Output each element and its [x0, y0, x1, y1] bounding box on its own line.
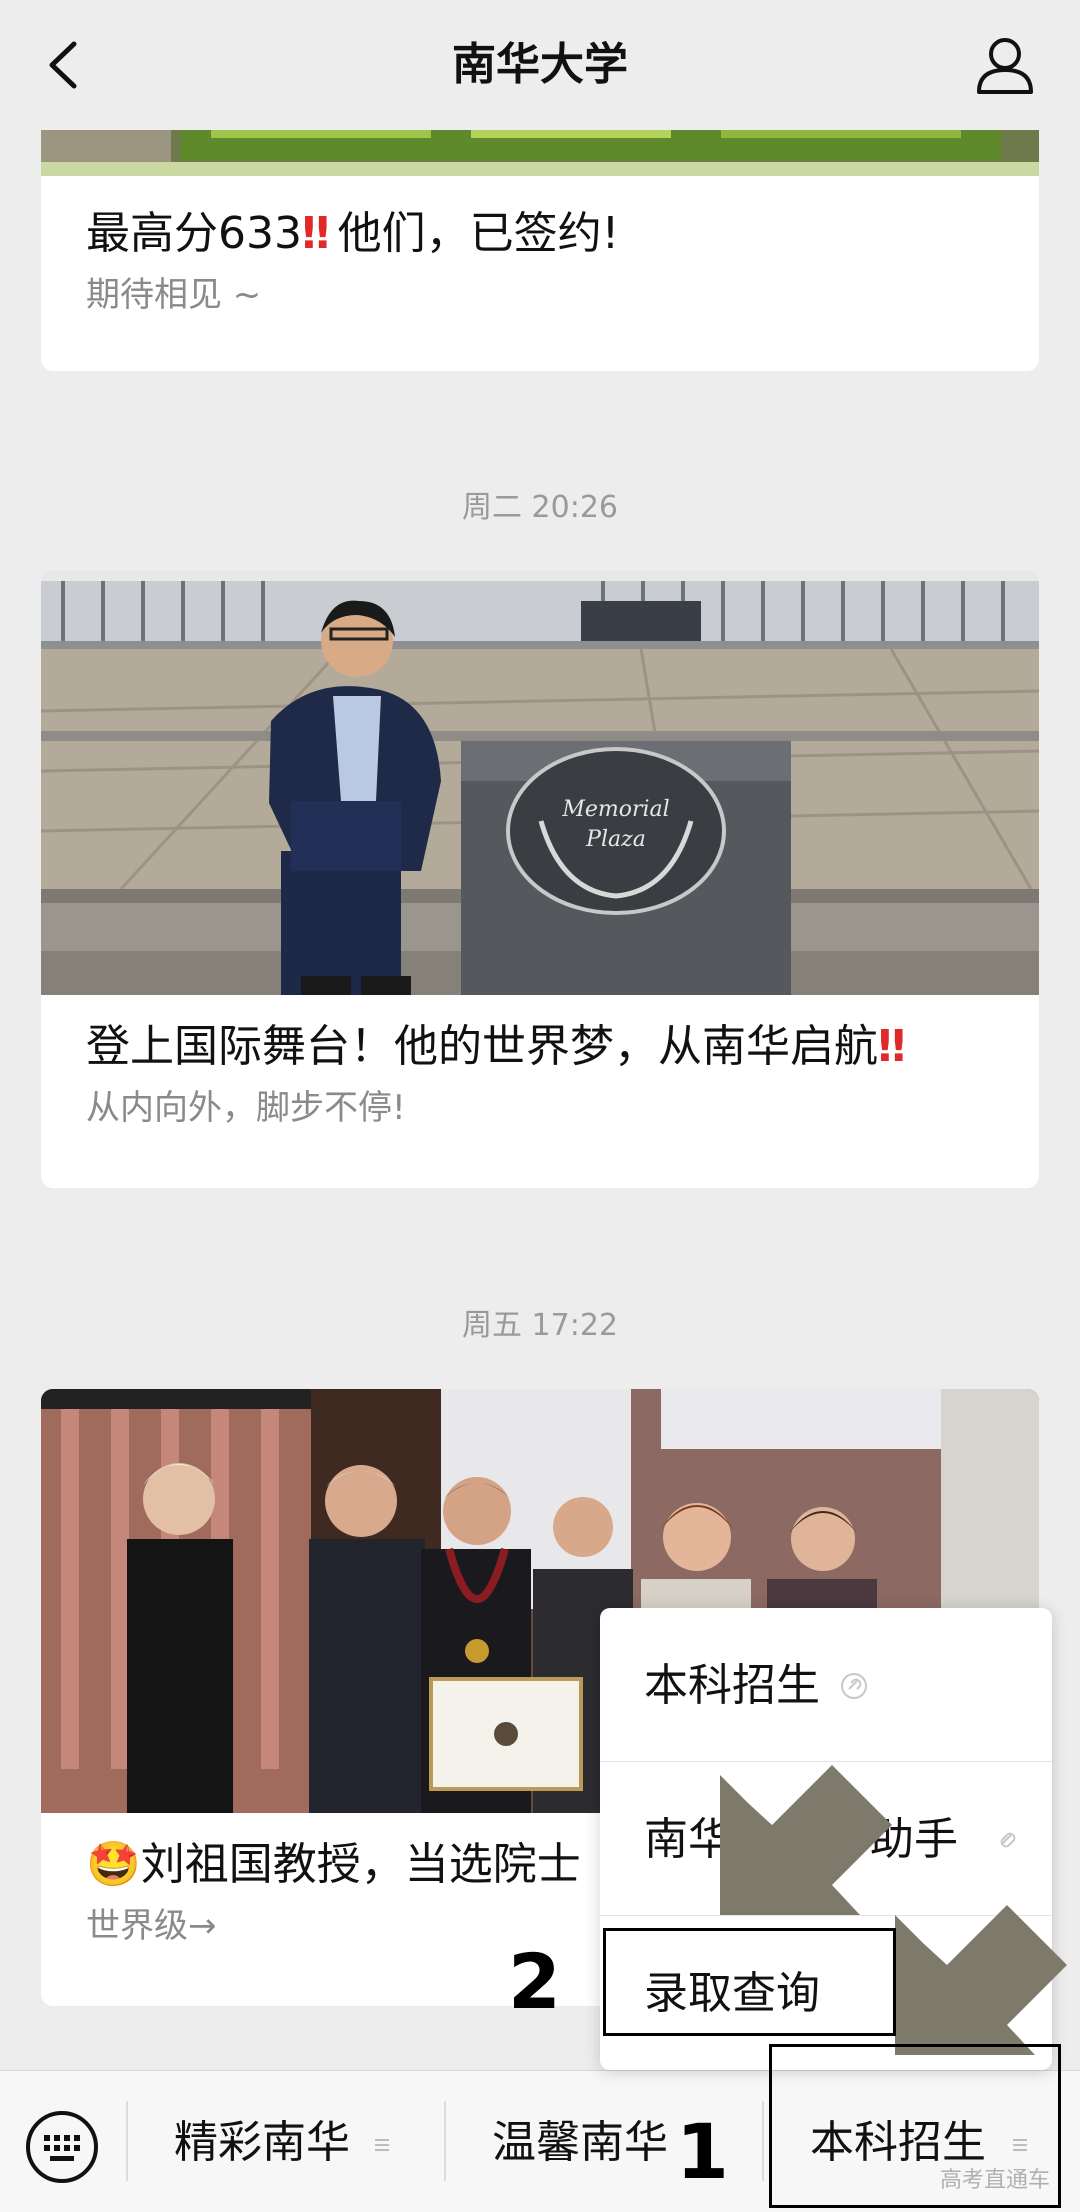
plaza-sign-text: Memorial: [561, 797, 669, 822]
submenu-item-label: 本科招生: [644, 1660, 820, 1711]
top-navigation-bar: 南华大学: [0, 0, 1080, 130]
double-exclamation-icon: ‼: [878, 1021, 905, 1072]
annotation-step-number: 2: [508, 1937, 561, 2026]
menu-item-label: 温馨南华: [492, 2117, 668, 2168]
star-struck-emoji: 🤩: [86, 1839, 141, 1890]
annotation-step-number: 1: [676, 2107, 729, 2196]
submenu-item-label: 南华: [644, 1814, 732, 1865]
article-subtitle: 从内向外，脚步不停!: [86, 1088, 406, 1128]
message-timestamp: 周五 17:22: [462, 1308, 618, 1343]
plaza-sign-text: Plaza: [585, 827, 646, 852]
article-title: 登上国际舞台！他的世界梦，从南华启航‼: [86, 1021, 905, 1072]
article-title: 最高分633‼ 他们，已签约!: [86, 208, 620, 259]
watermark: 高考直通车: [940, 2168, 1051, 2193]
profile-icon[interactable]: [970, 30, 1040, 100]
page-title: 南华大学: [452, 39, 628, 90]
double-exclamation-icon: ‼: [301, 208, 329, 259]
article-cover-image: Memorial Plaza: [41, 571, 1039, 995]
annotation-arrow-icon: [720, 1765, 892, 1915]
keyboard-icon[interactable]: [22, 2107, 102, 2187]
link-icon: [840, 1672, 868, 1700]
article-subtitle: 期待相见 ~: [86, 275, 262, 315]
article-card[interactable]: 最高分633‼ 他们，已签约! 期待相见 ~: [41, 100, 1039, 371]
annotation-highlight-box: [603, 1928, 896, 2036]
menu-item-label: 精彩南华: [174, 2117, 350, 2168]
link-icon: [994, 1826, 1022, 1854]
menu-item-highlights[interactable]: 精彩南华: [128, 2071, 444, 2212]
message-timestamp: 周二 20:26: [462, 490, 618, 525]
annotation-arrow-icon: [895, 1905, 1067, 2055]
submenu-lines-icon: [374, 2137, 390, 2153]
article-card[interactable]: Memorial Plaza 登上国际舞台！他的世界梦，从南华启航‼ 从内向外，…: [41, 571, 1039, 1188]
